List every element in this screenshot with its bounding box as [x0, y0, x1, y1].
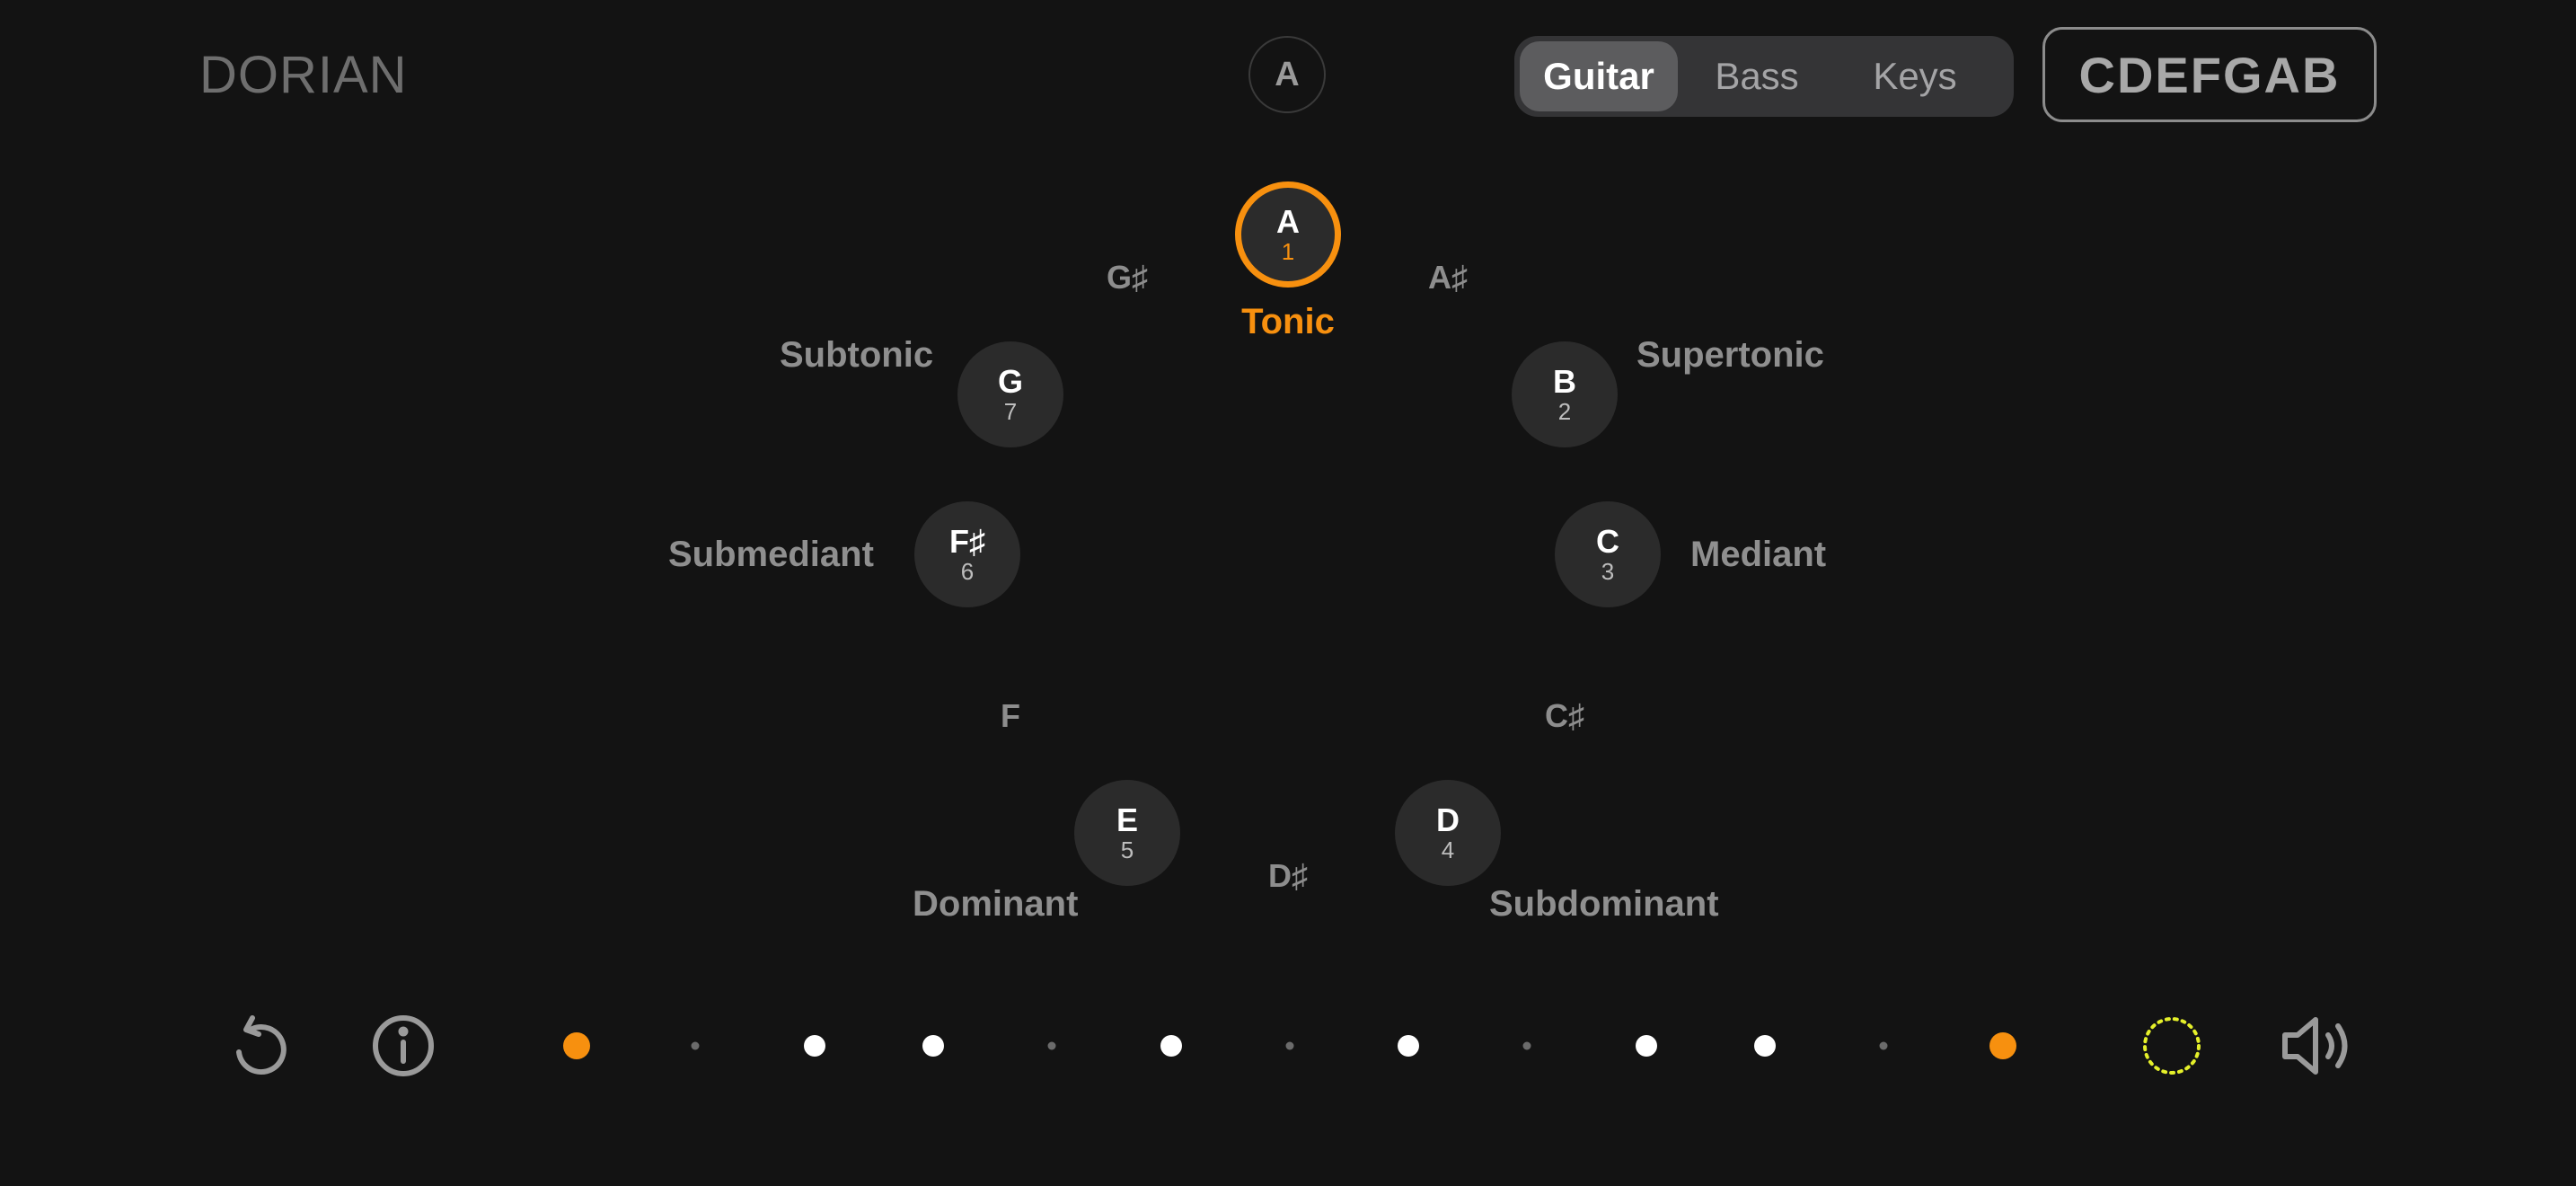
loading-ring-icon	[2136, 1015, 2208, 1076]
degree-label-supertonic: Supertonic	[1636, 335, 1824, 375]
note-degree: 6	[960, 558, 975, 585]
scale-step-root-dot	[563, 1032, 590, 1059]
note-name: F♯	[949, 523, 985, 560]
accidental-g-sharp[interactable]: G♯	[1107, 259, 1148, 296]
note-name: C	[1596, 523, 1619, 560]
accidental-c-sharp[interactable]: C♯	[1545, 697, 1584, 735]
degree-label-subtonic: Subtonic	[780, 335, 934, 375]
note-degree: 7	[1003, 398, 1018, 425]
note-c[interactable]: C 3	[1555, 501, 1661, 607]
scale-letters-button[interactable]: CDEFGAB	[2042, 27, 2377, 122]
scale-step-dot	[1754, 1035, 1776, 1057]
reset-icon[interactable]	[225, 1010, 296, 1082]
scale-step-skip-dot	[1285, 1041, 1294, 1050]
scale-step-skip-dot	[1522, 1041, 1531, 1050]
info-icon[interactable]	[367, 1010, 439, 1082]
degree-label-subdominant: Subdominant	[1489, 884, 1719, 924]
note-degree: 4	[1441, 836, 1455, 863]
note-name: G	[997, 363, 1023, 400]
instrument-tab-bass[interactable]: Bass	[1678, 41, 1836, 111]
degree-label-tonic: Tonic	[1241, 302, 1335, 341]
instrument-segmented-control: Guitar Bass Keys	[1514, 36, 2014, 117]
scale-step-dot	[803, 1035, 825, 1057]
note-f-sharp[interactable]: F♯ 6	[914, 501, 1020, 607]
note-g[interactable]: G 7	[957, 341, 1063, 447]
note-degree: 5	[1120, 836, 1134, 863]
instrument-tab-guitar[interactable]: Guitar	[1520, 41, 1678, 111]
note-name: D	[1436, 801, 1460, 838]
scale-step-skip-dot	[1879, 1041, 1888, 1050]
note-degree: 3	[1601, 558, 1615, 585]
scale-step-dot	[1635, 1035, 1657, 1057]
mode-title: DORIAN	[199, 46, 408, 104]
scale-step-skip-dot	[1047, 1041, 1056, 1050]
degree-label-submediant: Submediant	[668, 535, 874, 574]
scale-step-dot	[1398, 1035, 1420, 1057]
scale-step-root-dot	[1989, 1032, 2016, 1059]
note-e[interactable]: E 5	[1074, 780, 1180, 886]
accidental-a-sharp[interactable]: A♯	[1428, 259, 1468, 296]
note-name: E	[1116, 801, 1138, 838]
speaker-icon[interactable]	[2280, 1012, 2360, 1080]
note-a-tonic[interactable]: A 1	[1235, 181, 1341, 288]
accidental-f[interactable]: F	[1001, 697, 1020, 735]
note-degree: 1	[1281, 238, 1295, 265]
note-name: A	[1276, 203, 1300, 240]
note-degree: 2	[1557, 398, 1572, 425]
note-d[interactable]: D 4	[1395, 780, 1501, 886]
degree-label-mediant: Mediant	[1690, 535, 1827, 574]
degree-label-dominant: Dominant	[913, 884, 1079, 924]
key-selector-button[interactable]: A	[1248, 36, 1326, 113]
scale-step-dot	[1160, 1035, 1182, 1057]
note-b[interactable]: B 2	[1512, 341, 1618, 447]
note-name: B	[1553, 363, 1576, 400]
instrument-tab-keys[interactable]: Keys	[1836, 41, 1994, 111]
accidental-d-sharp[interactable]: D♯	[1268, 857, 1308, 895]
scale-step-dot	[922, 1035, 944, 1057]
scale-step-skip-dot	[691, 1041, 700, 1050]
